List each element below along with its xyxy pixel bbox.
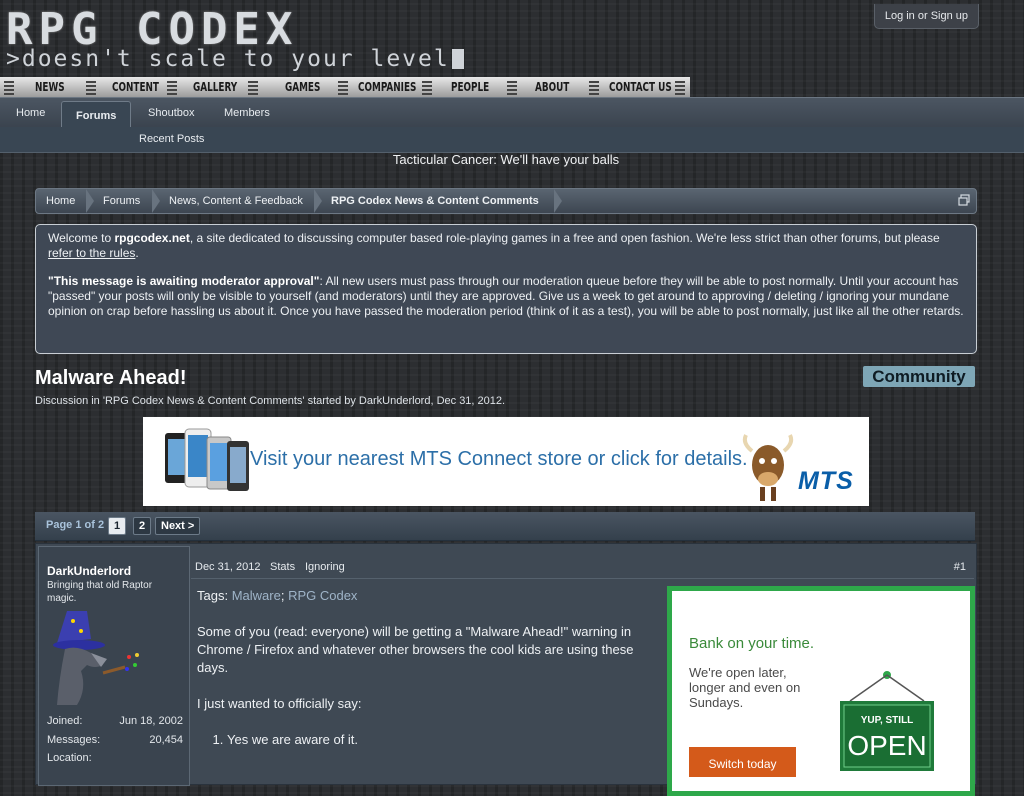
stats-link[interactable]: Stats	[270, 561, 295, 573]
post-message: Dec 31, 2012 Stats Ignoring #1 Tags: Mal…	[191, 546, 975, 796]
open-sign-image: YUP, STILL OPEN	[840, 671, 934, 771]
thread-title: Malware Ahead!	[35, 367, 187, 389]
breadcrumb-news-content-feedback[interactable]: News, Content & Feedback	[169, 189, 303, 213]
bank-ad-headline: Bank on your time.	[689, 635, 815, 652]
location-label: Location:	[47, 752, 92, 764]
menu-content[interactable]: CONTENT	[112, 77, 159, 97]
thread-meta: Discussion in 'RPG Codex News & Content …	[35, 395, 506, 407]
tagline-text: >doesn't scale to your level	[6, 46, 450, 72]
notice-text: .	[135, 246, 139, 260]
user-title: Bringing that old Raptor magic.	[47, 580, 153, 604]
notice-welcome-paragraph: Welcome to rpgcodex.net, a site dedicate…	[48, 231, 964, 261]
ignoring-link[interactable]: Ignoring	[305, 561, 345, 573]
post-list: Yes we are aware of it.	[197, 731, 637, 749]
notice-text: , a site dedicated to discussing compute…	[189, 231, 940, 245]
post: DarkUnderlord Bringing that old Raptor m…	[35, 543, 977, 796]
post-number[interactable]: #1	[954, 561, 966, 573]
breadcrumb-forums[interactable]: Forums	[103, 189, 140, 213]
menu-people[interactable]: PEOPLE	[451, 77, 489, 97]
breadcrumb-arrow-icon	[152, 189, 160, 213]
post-list-item: Yes we are aware of it.	[227, 731, 637, 749]
breadcrumb-arrow-icon	[314, 189, 322, 213]
post-body: Tags: Malware; RPG Codex Some of you (re…	[197, 587, 637, 749]
breadcrumb: Home Forums News, Content & Feedback RPG…	[35, 188, 977, 214]
site-header: RPG CODEX >doesn't scale to your level L…	[0, 0, 1024, 78]
bank-ad[interactable]: Bank on your time. We're open later, lon…	[667, 586, 975, 796]
rules-link[interactable]: refer to the rules	[48, 246, 135, 260]
tags-label: Tags:	[197, 588, 229, 603]
post-user-info: DarkUnderlord Bringing that old Raptor m…	[38, 546, 190, 786]
login-signup-button[interactable]: Log in or Sign up	[873, 4, 979, 29]
menu-separator	[4, 79, 14, 95]
tag-malware[interactable]: Malware	[232, 588, 281, 603]
post-username[interactable]: DarkUnderlord	[47, 564, 131, 578]
page-label: Page 1 of 2	[46, 519, 105, 531]
post-paragraph: I just wanted to officially say:	[197, 696, 362, 711]
tab-home[interactable]: Home	[16, 98, 45, 128]
menu-separator	[86, 79, 96, 95]
sign-main-text: OPEN	[847, 730, 926, 761]
mts-ad-banner[interactable]: Visit your nearest MTS Connect store or …	[143, 417, 869, 506]
post-header: Dec 31, 2012 Stats Ignoring #1	[191, 546, 974, 579]
menu-separator	[248, 79, 258, 95]
menu-separator	[507, 79, 517, 95]
ad-message: Visit your nearest MTS Connect store or …	[250, 448, 748, 470]
page-navigation: Page 1 of 2 1 2 Next >	[35, 512, 975, 541]
menu-separator	[589, 79, 599, 95]
bull-mascot-image	[742, 434, 794, 501]
menu-companies[interactable]: COMPANIES	[358, 77, 416, 97]
joined-label: Joined:	[47, 715, 83, 727]
thread-prefix-badge[interactable]: Community	[863, 366, 975, 387]
notice-text: Welcome to	[48, 231, 115, 245]
site-slogan: Tacticular Cancer: We'll have your balls	[392, 152, 620, 167]
joined-value: Jun 18, 2002	[119, 715, 183, 727]
menu-separator	[675, 79, 685, 95]
post-paragraph: Some of you (read: everyone) will be get…	[197, 624, 634, 675]
avatar[interactable]	[47, 609, 145, 709]
menu-about[interactable]: ABOUT	[535, 77, 569, 97]
menu-separator	[422, 79, 432, 95]
page-1-button[interactable]: 1	[108, 517, 127, 535]
menu-separator	[338, 79, 348, 95]
notice-site-name: rpgcodex.net	[114, 231, 190, 245]
page-2-button[interactable]: 2	[133, 517, 152, 535]
blinking-cursor-icon	[451, 49, 464, 69]
messages-label: Messages:	[47, 734, 101, 746]
tab-members[interactable]: Members	[224, 98, 270, 128]
sign-top-text: YUP, STILL	[861, 715, 914, 726]
site-tagline: >doesn't scale to your level	[6, 46, 464, 72]
breadcrumb-arrow-icon	[554, 189, 562, 213]
menu-contact-us[interactable]: CONTACT US	[609, 77, 672, 97]
breadcrumb-current[interactable]: RPG Codex News & Content Comments	[331, 189, 539, 213]
recent-posts-link[interactable]: Recent Posts	[139, 127, 204, 152]
forum-nav-bar: Home Forums Shoutbox Members	[0, 97, 1024, 132]
menu-separator	[167, 79, 177, 95]
forum-sub-bar: Recent Posts	[0, 127, 1024, 153]
post-date[interactable]: Dec 31, 2012	[195, 561, 260, 573]
menu-news[interactable]: NEWS	[35, 77, 65, 97]
breadcrumb-home[interactable]: Home	[46, 189, 75, 213]
switch-today-button[interactable]: Switch today	[689, 747, 796, 777]
welcome-notice: Welcome to rpgcodex.net, a site dedicate…	[35, 224, 977, 354]
menu-games[interactable]: GAMES	[285, 77, 320, 97]
jump-to-icon[interactable]	[958, 194, 970, 206]
next-page-button[interactable]: Next >	[155, 517, 201, 535]
breadcrumb-arrow-icon	[86, 189, 94, 213]
phones-image	[165, 428, 249, 491]
main-menu: NEWS CONTENT GALLERY GAMES COMPANIES PEO…	[0, 77, 690, 97]
post-tags: Tags: Malware; RPG Codex	[197, 588, 358, 603]
tag-rpg-codex[interactable]: RPG Codex	[288, 588, 357, 603]
tab-shoutbox[interactable]: Shoutbox	[148, 98, 194, 128]
mts-logo: MTS	[798, 467, 854, 495]
messages-value[interactable]: 20,454	[149, 734, 183, 746]
bank-ad-body: We're open later, longer and even on Sun…	[689, 665, 801, 710]
notice-moderation-heading: "This message is awaiting moderator appr…	[48, 274, 320, 288]
menu-gallery[interactable]: GALLERY	[193, 77, 237, 97]
notice-moderation-paragraph: "This message is awaiting moderator appr…	[48, 274, 964, 319]
